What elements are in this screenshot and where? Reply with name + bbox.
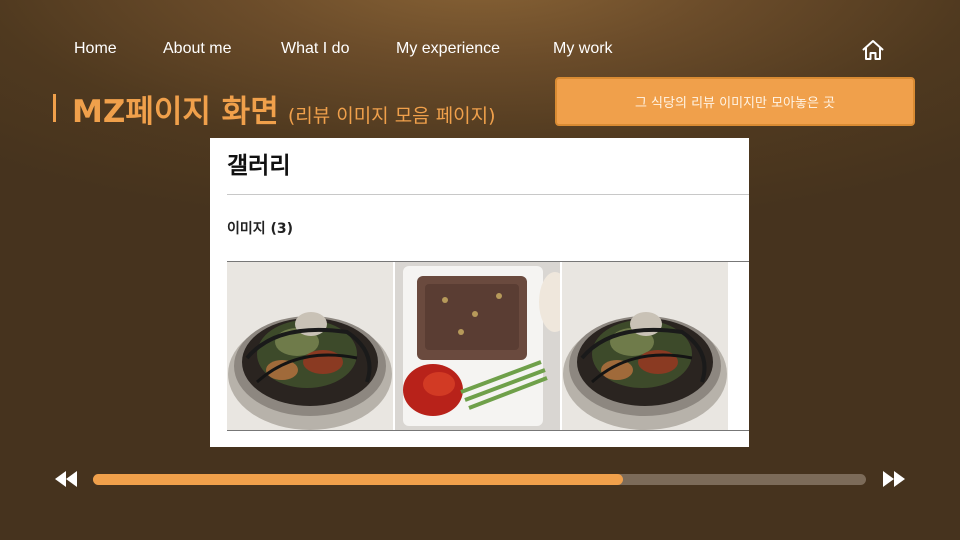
naengmyeon-photo-icon [227, 262, 393, 430]
fast-forward-icon[interactable] [882, 470, 906, 488]
thumbnail-row [227, 261, 749, 431]
callout-text: 그 식당의 리뷰 이미지만 모아놓은 곳 [634, 96, 836, 111]
nav-about-me[interactable]: About me [163, 40, 231, 58]
nav-my-experience[interactable]: My experience [396, 40, 500, 58]
description-callout: 그 식당의 리뷰 이미지만 모아놓은 곳 [555, 77, 915, 126]
thumbnail-partial [730, 262, 749, 430]
gallery-screenshot: 갤러리 이미지 (3) [210, 138, 749, 447]
review-thumbnail[interactable] [227, 262, 393, 430]
rewind-icon[interactable] [54, 470, 78, 488]
image-count-label: 이미지 (3) [227, 221, 294, 237]
page-title-sub: (리뷰 이미지 모음 페이지) [287, 105, 496, 127]
progress-fill [93, 474, 623, 485]
title-accent-bar [53, 94, 56, 122]
nav-my-work[interactable]: My work [553, 40, 613, 58]
progress-track[interactable] [93, 474, 866, 485]
home-icon[interactable] [861, 38, 885, 62]
review-thumbnail[interactable] [562, 262, 728, 430]
naengmyeon-photo-icon [562, 262, 728, 430]
page-title: MZ페이지 화면 (리뷰 이미지 모음 페이지) [72, 86, 496, 131]
nav-home[interactable]: Home [74, 40, 117, 58]
review-thumbnail[interactable] [395, 262, 560, 430]
galbi-plate-photo-icon [395, 262, 560, 430]
nav-what-i-do[interactable]: What I do [281, 40, 349, 58]
page-title-main: MZ페이지 화면 [72, 94, 279, 130]
gallery-heading: 갤러리 [227, 153, 291, 179]
gallery-divider [227, 194, 749, 195]
